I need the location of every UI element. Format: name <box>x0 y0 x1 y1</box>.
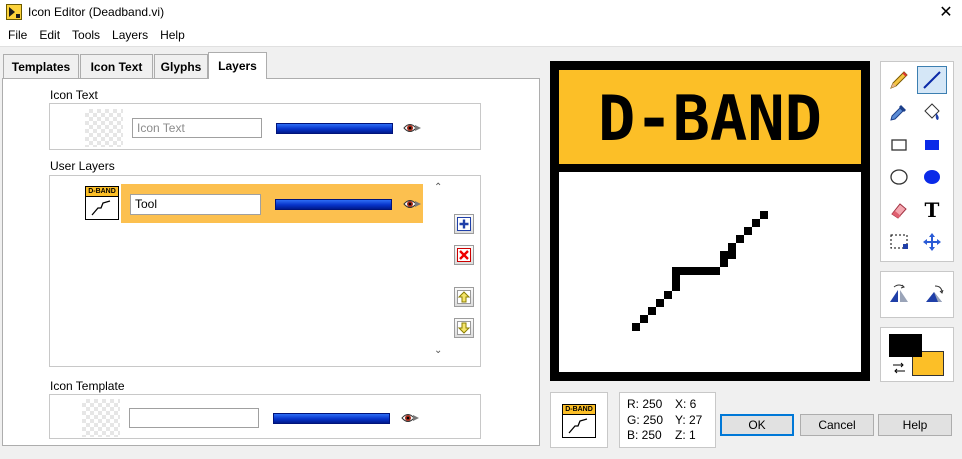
close-button[interactable]: ✕ <box>930 0 962 24</box>
select-tool[interactable] <box>884 228 914 256</box>
line-tool[interactable] <box>917 66 947 94</box>
icon-preview: D-BAND <box>562 404 596 438</box>
menu-help[interactable]: Help <box>154 28 191 42</box>
flip-horizontal-icon <box>890 284 908 302</box>
tab-icon-text[interactable]: Icon Text <box>80 54 153 78</box>
move-tool[interactable] <box>917 228 947 256</box>
labview-app-icon <box>6 4 22 20</box>
user-layer-opacity-slider[interactable] <box>275 199 392 210</box>
filled-ellipse-icon <box>924 170 940 184</box>
rectangle-tool[interactable] <box>884 131 914 159</box>
tab-templates[interactable]: Templates <box>3 54 79 78</box>
eraser-tool[interactable] <box>884 196 914 224</box>
swap-colors-icon[interactable] <box>891 360 907 379</box>
eraser-icon <box>891 203 907 219</box>
cancel-button[interactable]: Cancel <box>800 414 874 436</box>
icon-template-name-input[interactable] <box>129 408 259 428</box>
icon-text-thumbnail <box>85 109 123 147</box>
arrow-up-icon <box>457 290 471 304</box>
delete-layer-button[interactable] <box>454 245 474 265</box>
readout-g: G: 250 <box>627 413 664 427</box>
menu-bar: File Edit Tools Layers Help <box>0 24 962 46</box>
menu-file[interactable]: File <box>2 28 33 42</box>
filled-ellipse-tool[interactable] <box>917 163 947 191</box>
thumbnail-banner-text: D-BAND <box>86 187 118 197</box>
scroll-down-icon[interactable]: ⌄ <box>434 345 442 356</box>
readout-b: B: 250 <box>627 428 662 442</box>
pencil-tool[interactable] <box>884 66 914 94</box>
menu-tools[interactable]: Tools <box>66 28 106 42</box>
plus-icon <box>457 217 471 231</box>
readout-y: Y: 27 <box>675 413 703 427</box>
readout-x: X: 6 <box>675 397 697 411</box>
add-layer-button[interactable] <box>454 214 474 234</box>
fill-tool[interactable] <box>917 98 947 126</box>
line-icon <box>923 71 941 89</box>
thumbnail-graph-icon <box>91 200 111 216</box>
ellipse-icon <box>890 169 908 185</box>
visibility-eye-icon[interactable] <box>402 195 422 213</box>
readout-z: Z: 1 <box>675 428 696 442</box>
icon-text-opacity-slider[interactable] <box>276 123 393 134</box>
ellipse-tool[interactable] <box>884 163 914 191</box>
text-icon: T <box>924 198 940 222</box>
icon-template-opacity-slider[interactable] <box>273 413 390 424</box>
dropper-tool[interactable] <box>884 98 914 126</box>
user-layer-thumbnail: D-BAND <box>85 186 119 220</box>
ok-button[interactable]: OK <box>720 414 794 436</box>
tab-glyphs[interactable]: Glyphs <box>154 54 208 78</box>
help-button[interactable]: Help <box>878 414 952 436</box>
icon-text-label: Icon Text <box>50 88 98 102</box>
flip-vertical-button[interactable] <box>919 280 949 308</box>
menu-layers[interactable]: Layers <box>106 28 154 42</box>
icon-canvas-drawing[interactable]: D-BAND <box>559 70 861 372</box>
pencil-icon <box>890 71 908 89</box>
visibility-eye-icon[interactable] <box>402 119 422 137</box>
canvas-banner-text: D-BAND <box>598 82 822 155</box>
preview-graph-icon <box>568 418 588 434</box>
icon-template-label: Icon Template <box>50 379 125 393</box>
icon-template-thumbnail <box>82 399 120 437</box>
select-icon <box>890 234 908 249</box>
flip-vertical-icon <box>926 285 944 302</box>
dropper-icon <box>890 105 906 121</box>
pixel-info-readout: R: 250 X: 6 G: 250 Y: 27 B: 250 Z: 1 <box>619 392 716 448</box>
tab-layers[interactable]: Layers <box>208 52 267 79</box>
filled-rectangle-tool[interactable] <box>917 131 947 159</box>
rectangle-icon <box>891 139 907 151</box>
delete-x-icon <box>457 248 471 262</box>
filled-rectangle-icon <box>925 140 939 150</box>
visibility-eye-icon[interactable] <box>400 409 420 427</box>
user-layers-label: User Layers <box>50 159 115 173</box>
scroll-up-icon[interactable]: ⌃ <box>434 182 442 193</box>
icon-text-layer-name[interactable]: Icon Text <box>132 118 262 138</box>
menu-edit[interactable]: Edit <box>33 28 66 42</box>
text-tool[interactable]: T <box>917 196 947 224</box>
move-icon <box>923 233 941 251</box>
move-layer-up-button[interactable] <box>454 287 474 307</box>
readout-r: R: 250 <box>627 397 663 411</box>
move-layer-down-button[interactable] <box>454 318 474 338</box>
fill-icon <box>924 103 940 120</box>
window-title: Icon Editor (Deadband.vi) <box>28 5 165 19</box>
user-layer-name-input[interactable]: Tool <box>130 194 261 215</box>
user-layers-scrollbar[interactable] <box>432 180 447 362</box>
foreground-color-swatch[interactable] <box>889 334 922 357</box>
arrow-down-icon <box>457 321 471 335</box>
flip-horizontal-button[interactable] <box>884 280 914 308</box>
close-icon: ✕ <box>939 4 953 21</box>
preview-banner-text: D-BAND <box>563 405 595 415</box>
